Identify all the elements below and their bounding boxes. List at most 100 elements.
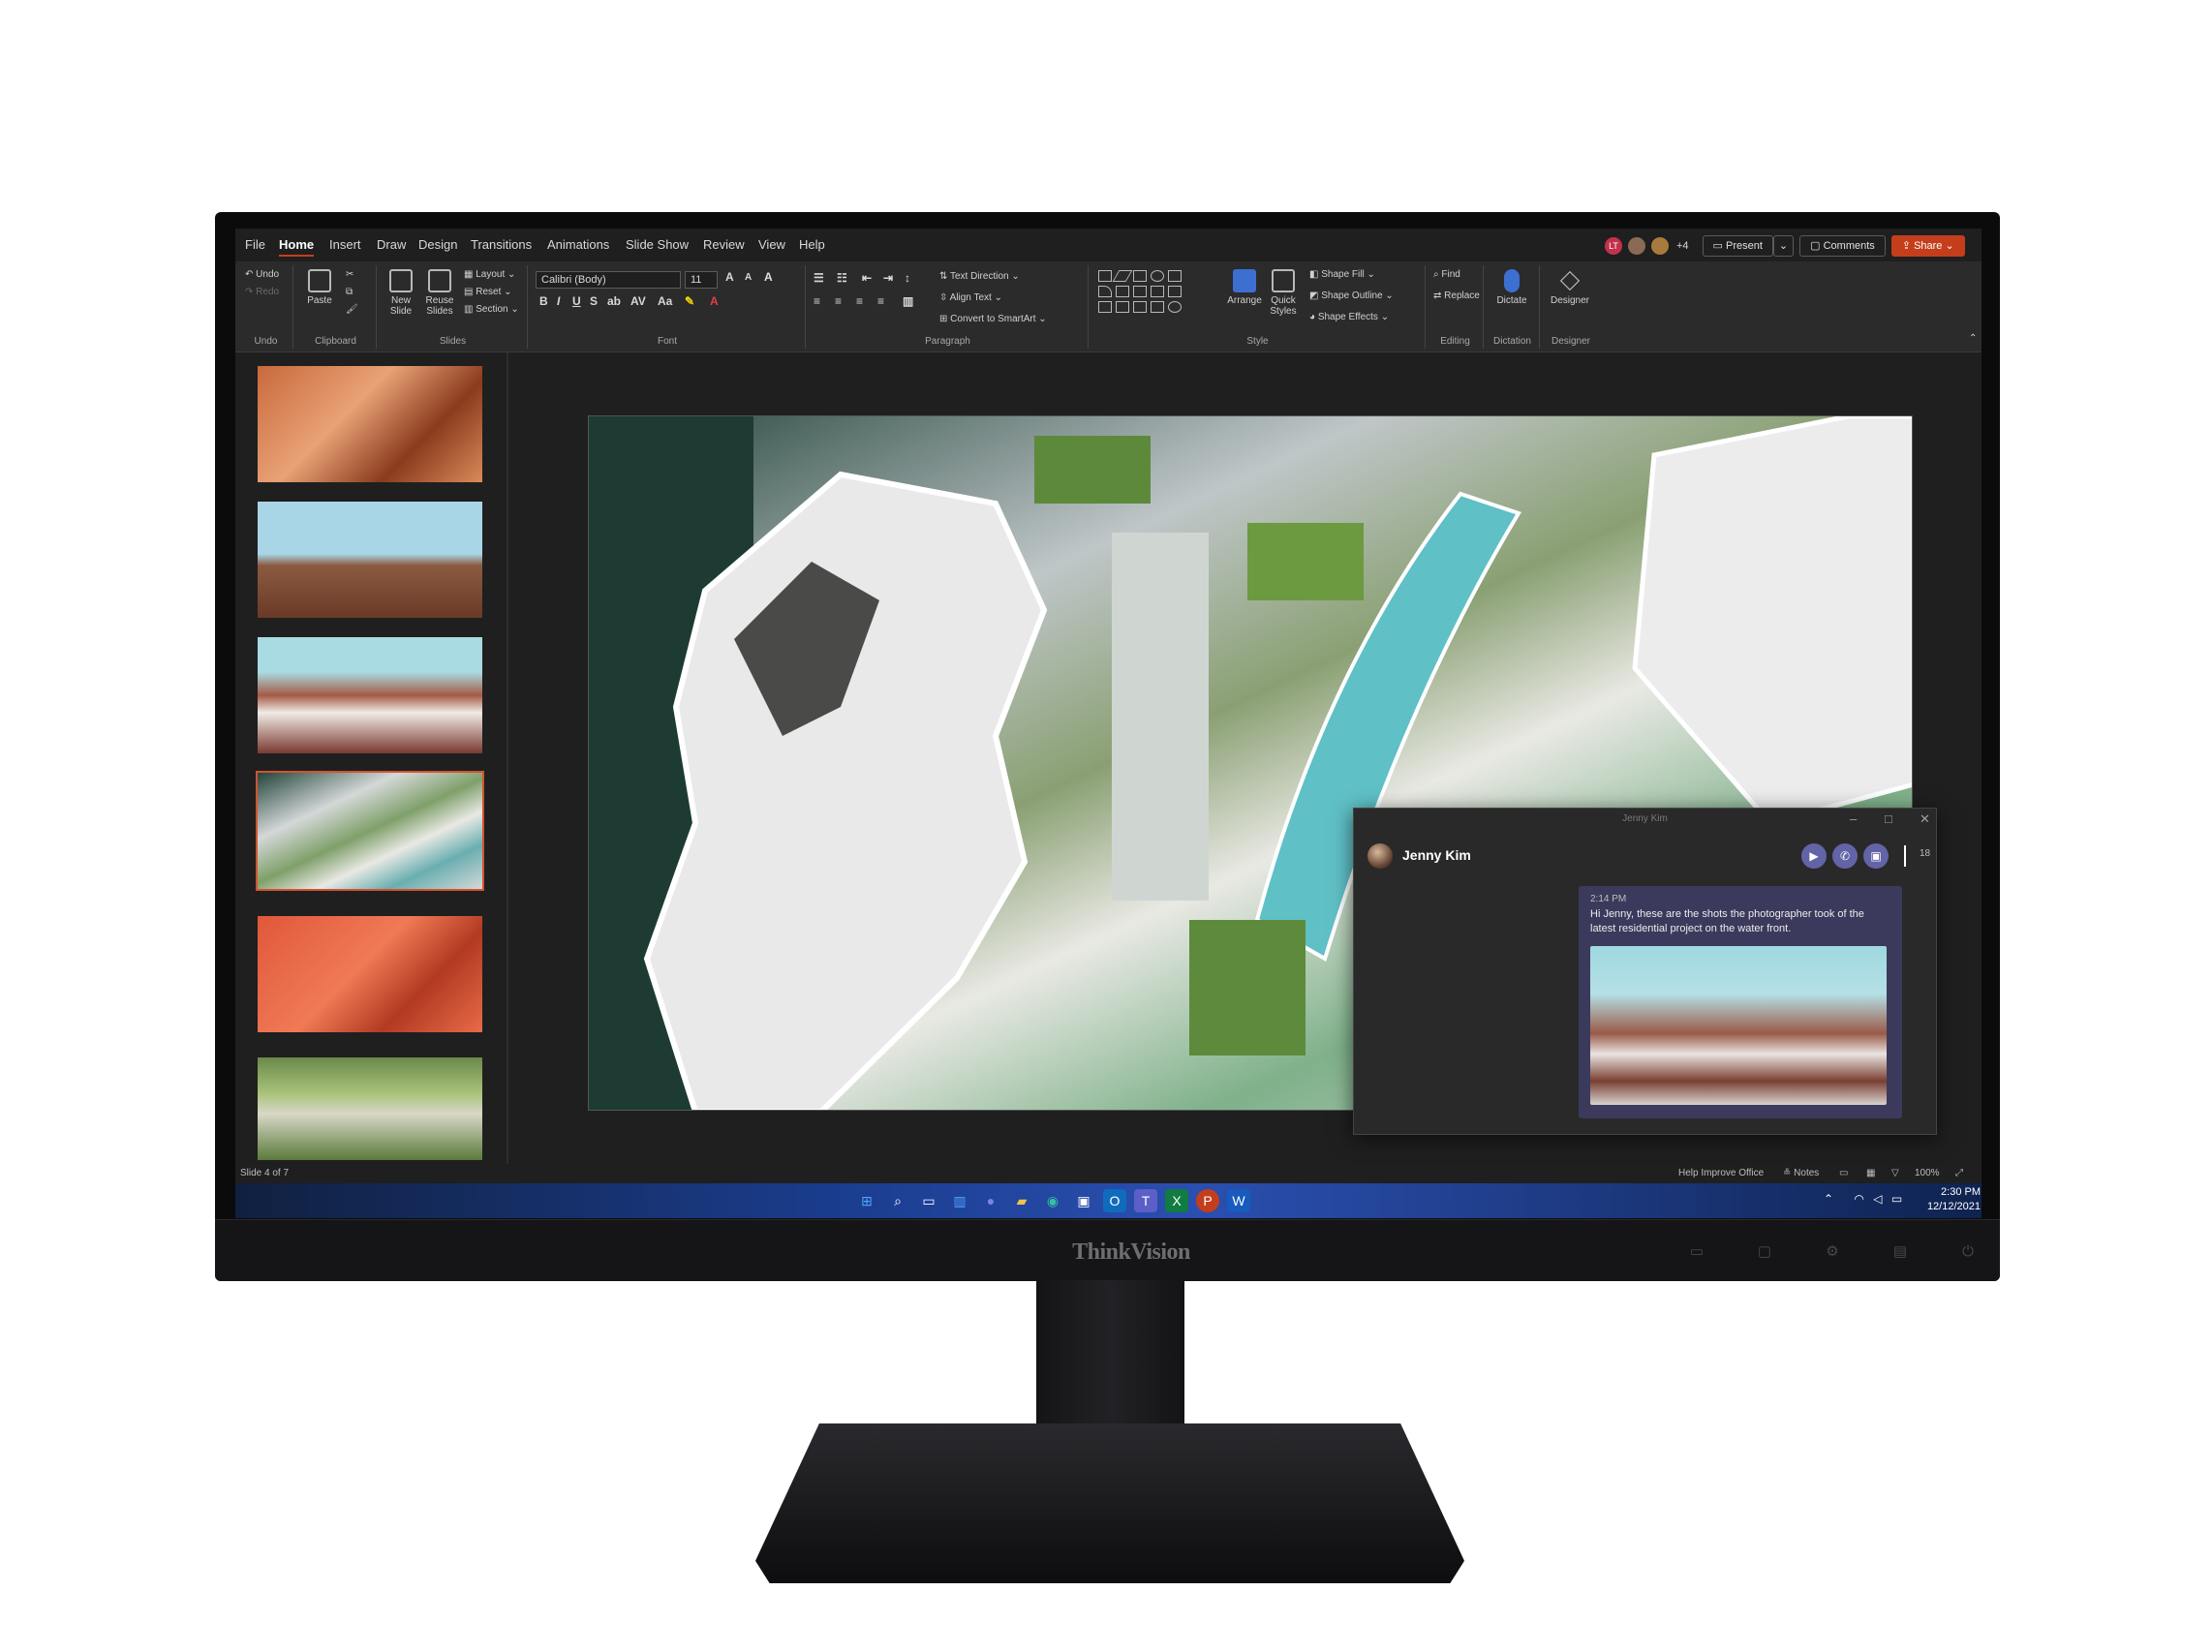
slide-thumbnail[interactable]	[256, 635, 484, 755]
menu-design[interactable]: Design	[418, 237, 457, 252]
clock-time[interactable]: 2:30 PM	[1924, 1186, 1981, 1198]
shape-outline-button[interactable]: ◩ Shape Outline ⌄	[1309, 291, 1394, 301]
menu-draw[interactable]: Draw	[377, 237, 406, 252]
underline-icon[interactable]: U	[572, 294, 581, 308]
normal-view-icon[interactable]: ▭	[1839, 1168, 1848, 1178]
slide-sorter-icon[interactable]: ▦	[1866, 1168, 1875, 1178]
bullets-icon[interactable]: ☰	[814, 271, 824, 285]
line-spacing-icon[interactable]: ↕	[905, 271, 910, 285]
avatar[interactable]	[1649, 235, 1671, 257]
slide-thumbnail[interactable]	[256, 914, 484, 1034]
dictate-button[interactable]: Dictate	[1491, 269, 1532, 306]
layout-button[interactable]: ▦ Layout ⌄	[464, 269, 515, 280]
clock-date[interactable]: 12/12/2021	[1924, 1201, 1981, 1212]
menu-insert[interactable]: Insert	[329, 237, 361, 252]
undo-button[interactable]: ↶ Undo	[245, 269, 279, 280]
increase-indent-icon[interactable]: ⇥	[883, 271, 893, 285]
decrease-indent-icon[interactable]: ⇤	[862, 271, 872, 285]
screen-share-icon[interactable]: ▣	[1863, 843, 1889, 869]
minimize-icon[interactable]: –	[1850, 811, 1857, 826]
star-shape-icon[interactable]	[1168, 301, 1182, 313]
cut-icon[interactable]: ✂	[346, 269, 353, 280]
fit-to-window-icon[interactable]: ⤢	[1955, 1168, 1963, 1178]
menu-view[interactable]: View	[758, 237, 785, 252]
audio-call-icon[interactable]: ✆	[1832, 843, 1858, 869]
present-dropdown-icon[interactable]: ⌄	[1772, 235, 1795, 257]
arrange-button[interactable]: Arrange	[1224, 269, 1265, 306]
shrink-font-icon[interactable]: A	[745, 272, 752, 283]
quick-styles-button[interactable]: Quick Styles	[1263, 269, 1304, 317]
zoom-level[interactable]: 100%	[1915, 1168, 1940, 1178]
settings-icon[interactable]: ⚙	[1813, 1242, 1852, 1260]
slide-thumbnail[interactable]	[256, 1055, 484, 1162]
chat-icon[interactable]: ●	[979, 1189, 1002, 1212]
connector-shape-icon[interactable]	[1116, 286, 1129, 297]
designer-button[interactable]: Designer	[1550, 269, 1590, 306]
avatar[interactable]	[1626, 235, 1647, 257]
menu-animations[interactable]: Animations	[547, 237, 609, 252]
font-size-dropdown[interactable]: 11	[685, 271, 718, 289]
menu-icon[interactable]: ▢	[1745, 1242, 1784, 1260]
help-improve-link[interactable]: Help Improve Office	[1678, 1168, 1764, 1178]
align-center-icon[interactable]: ≡	[835, 294, 842, 308]
font-name-dropdown[interactable]: Calibri (Body)	[536, 271, 681, 289]
maximize-icon[interactable]: □	[1885, 811, 1892, 826]
columns-icon[interactable]: ▥	[903, 294, 913, 308]
video-call-icon[interactable]: ▶	[1801, 843, 1827, 869]
menu-help[interactable]: Help	[799, 237, 825, 252]
wifi-icon[interactable]: ◠	[1854, 1192, 1863, 1206]
share-button[interactable]: ⇪ Share ⌄	[1890, 235, 1965, 257]
arrow-shape-icon[interactable]	[1133, 286, 1147, 297]
task-view-icon[interactable]: ▭	[917, 1189, 940, 1212]
justify-icon[interactable]: ≡	[877, 294, 884, 308]
reuse-slides-button[interactable]: Reuse Slides	[419, 269, 460, 317]
file-explorer-icon[interactable]: ▰	[1010, 1189, 1033, 1212]
triangle-shape-icon[interactable]	[1098, 286, 1112, 297]
oval-shape-icon[interactable]	[1151, 270, 1164, 282]
grow-font-icon[interactable]: A	[725, 270, 734, 284]
paste-button[interactable]: Paste	[299, 269, 340, 306]
avatar[interactable]: LT	[1603, 235, 1624, 257]
power-icon[interactable]: ⏻	[1949, 1243, 1987, 1260]
present-button[interactable]: ▭ Present	[1702, 235, 1773, 257]
comments-button[interactable]: ▢ Comments	[1799, 235, 1886, 257]
italic-icon[interactable]: I	[557, 294, 560, 308]
change-case-icon[interactable]: Aa	[658, 294, 672, 308]
menu-transitions[interactable]: Transitions	[471, 237, 532, 252]
reset-button[interactable]: ▤ Reset ⌄	[464, 287, 512, 297]
rectangle-shape-icon[interactable]	[1168, 270, 1182, 282]
brace-shape-icon[interactable]	[1151, 301, 1164, 313]
font-color-icon[interactable]: A	[710, 294, 719, 308]
volume-icon[interactable]: ◁	[1873, 1192, 1882, 1206]
teams-icon[interactable]: T	[1134, 1189, 1157, 1212]
redo-button[interactable]: ↷ Redo	[245, 287, 279, 297]
battery-icon[interactable]: ▭	[1891, 1192, 1902, 1206]
menu-file[interactable]: File	[245, 237, 265, 252]
menu-home[interactable]: Home	[279, 237, 315, 257]
new-slide-button[interactable]: New Slide	[381, 269, 421, 317]
widgets-icon[interactable]: ▥	[948, 1189, 971, 1212]
avatar[interactable]	[1367, 843, 1393, 869]
shape-fill-button[interactable]: ◧ Shape Fill ⌄	[1309, 269, 1375, 280]
chevron-up-icon[interactable]: ⌃	[1824, 1192, 1833, 1206]
menu-slide-show[interactable]: Slide Show	[626, 237, 689, 252]
word-icon[interactable]: W	[1227, 1189, 1250, 1212]
reading-view-icon[interactable]: ▽	[1891, 1168, 1899, 1178]
powerpoint-icon[interactable]: P	[1196, 1189, 1219, 1212]
shadow-icon[interactable]: ab	[607, 294, 621, 308]
copy-icon[interactable]: ⧉	[346, 287, 353, 297]
slide-thumbnail-selected[interactable]	[256, 771, 484, 891]
clear-formatting-icon[interactable]: A	[764, 270, 773, 284]
chat-titlebar[interactable]: Jenny Kim – □ ✕	[1354, 809, 1936, 832]
rectangle-shape-icon[interactable]	[1098, 270, 1112, 282]
brace-shape-icon[interactable]	[1116, 301, 1129, 313]
format-painter-icon[interactable]: 🖌	[346, 304, 358, 315]
highlight-icon[interactable]: ✎	[685, 294, 694, 308]
message-image[interactable]	[1590, 946, 1887, 1105]
outlook-icon[interactable]: O	[1103, 1189, 1126, 1212]
shapes-gallery[interactable]	[1096, 269, 1222, 316]
start-icon[interactable]: ⊞	[855, 1189, 878, 1212]
input-icon[interactable]: ▭	[1677, 1242, 1716, 1260]
align-left-icon[interactable]: ≡	[814, 294, 820, 308]
close-icon[interactable]: ✕	[1920, 811, 1930, 827]
